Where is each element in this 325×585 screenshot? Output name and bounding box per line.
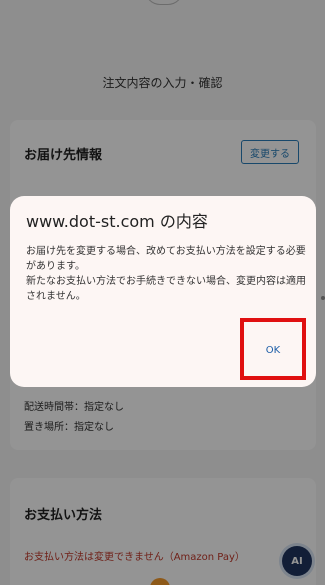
side-indicator — [321, 296, 325, 300]
alert-dialog: www.dot-st.com の内容 お届け先を変更する場合、改めてお支払い方法… — [10, 196, 316, 387]
dialog-message-line-1: お届け先を変更する場合、改めてお支払い方法を設定する必要があります。 — [26, 246, 306, 272]
dialog-message: お届け先を変更する場合、改めてお支払い方法を設定する必要があります。 新たなお支… — [26, 244, 306, 304]
dialog-title: www.dot-st.com の内容 — [26, 212, 208, 231]
ok-button[interactable]: OK — [250, 338, 296, 362]
dialog-message-line-2: 新たなお支払い方法でお手続きできない場合、変更内容は適用されません。 — [26, 276, 306, 302]
